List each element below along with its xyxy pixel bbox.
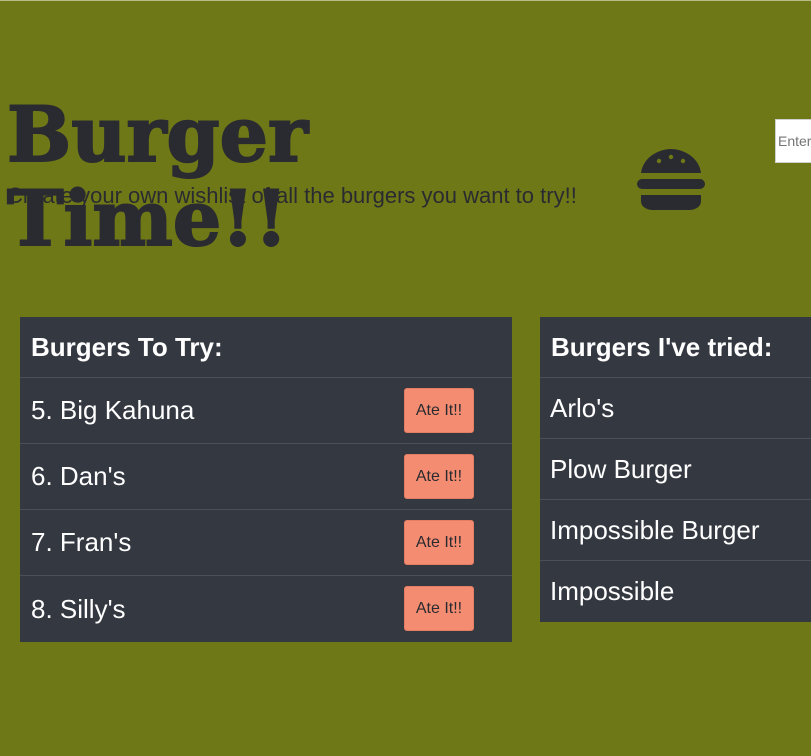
ate-it-button[interactable]: Ate It!!	[404, 586, 474, 631]
burgers-to-try-panel: Burgers To Try: 5. Big Kahuna Ate It!! 6…	[20, 317, 512, 642]
to-try-item-label: 8. Silly's	[31, 593, 126, 624]
burger-input[interactable]	[775, 119, 811, 163]
tried-item: Impossible	[540, 561, 811, 622]
to-try-item: 5. Big Kahuna Ate It!!	[20, 378, 512, 444]
to-try-list: 5. Big Kahuna Ate It!! 6. Dan's Ate It!!…	[20, 378, 512, 642]
tried-header: Burgers I've tried:	[540, 317, 811, 378]
tried-list: Arlo's Plow Burger Impossible Burger Imp…	[540, 378, 811, 622]
tried-item-label: Impossible	[550, 576, 675, 606]
burgers-tried-panel: Burgers I've tried: Arlo's Plow Burger I…	[540, 317, 811, 622]
to-try-heading: Burgers To Try:	[31, 331, 223, 362]
burger-icon	[635, 147, 707, 211]
tried-item: Plow Burger	[540, 439, 811, 500]
to-try-item-label: 5. Big Kahuna	[31, 395, 195, 425]
tried-item-label: Arlo's	[550, 392, 615, 423]
tried-heading: Burgers I've tried:	[551, 331, 773, 362]
to-try-item-label: 6. Dan's	[31, 461, 126, 491]
hero-header: Burger Time!! Create your own wishlist o…	[6, 92, 707, 262]
to-try-header: Burgers To Try:	[20, 317, 512, 378]
tried-item: Impossible Burger	[540, 500, 811, 561]
to-try-item: 6. Dan's Ate It!!	[20, 444, 512, 510]
to-try-item-label: 7. Fran's	[31, 527, 132, 557]
page-subtitle: Create your own wishlist of all the burg…	[7, 183, 577, 208]
to-try-item: 7. Fran's Ate It!!	[20, 510, 512, 576]
ate-it-button[interactable]: Ate It!!	[404, 388, 474, 433]
tried-item-label: Plow Burger	[550, 453, 692, 484]
tried-item: Arlo's	[540, 378, 811, 439]
ate-it-button[interactable]: Ate It!!	[404, 454, 474, 499]
ate-it-button[interactable]: Ate It!!	[404, 520, 474, 565]
page-title: Burger Time!!	[6, 90, 309, 263]
tried-item-label: Impossible Burger	[550, 514, 760, 545]
to-try-item: 8. Silly's Ate It!!	[20, 576, 512, 642]
title-row: Burger Time!!	[6, 90, 707, 263]
